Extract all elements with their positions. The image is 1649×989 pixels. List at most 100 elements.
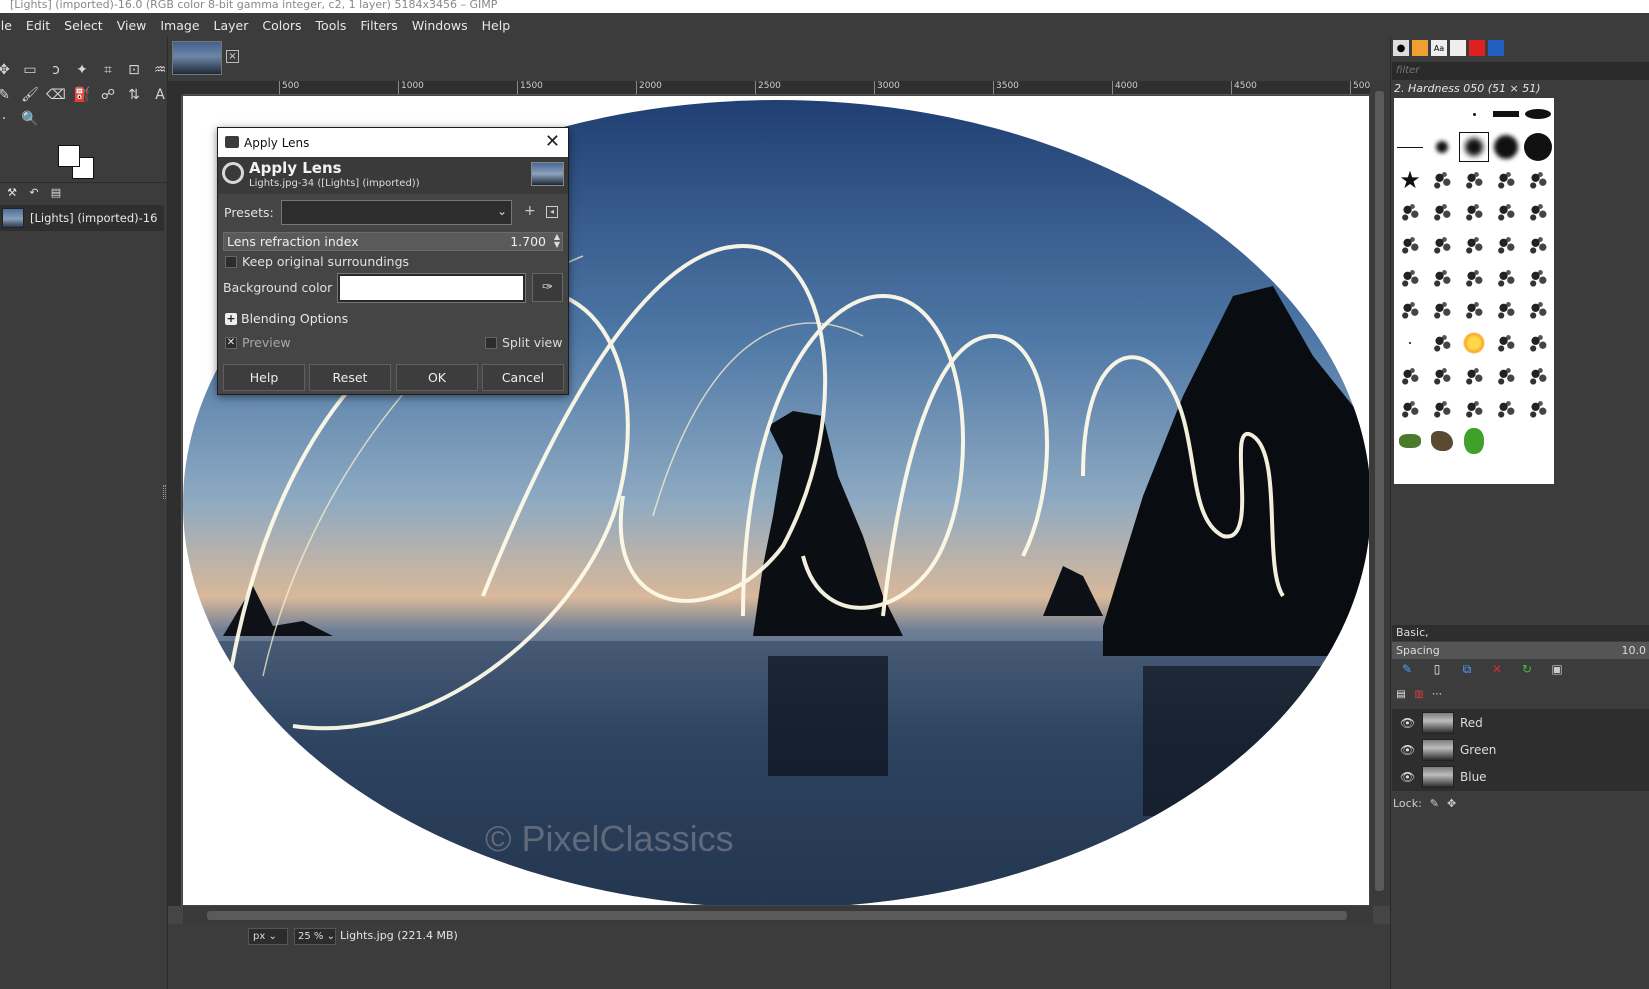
- zoom-tool-icon[interactable]: 🔍: [20, 109, 40, 129]
- menu-tools[interactable]: Tools: [309, 18, 354, 33]
- brush-item[interactable]: [1458, 98, 1490, 131]
- brush-item[interactable]: [1458, 360, 1490, 393]
- brush-item[interactable]: [1458, 229, 1490, 262]
- eye-icon[interactable]: 👁: [1400, 743, 1416, 757]
- layers-tab-icon[interactable]: ▤: [1394, 687, 1408, 701]
- brush-filter-input[interactable]: filter: [1392, 62, 1649, 80]
- brush-item[interactable]: [1426, 261, 1458, 294]
- close-image-icon[interactable]: ×: [226, 50, 239, 63]
- blending-options-expander[interactable]: Blending Options: [241, 311, 348, 326]
- brush-item[interactable]: [1394, 360, 1426, 393]
- brush-item[interactable]: [1522, 163, 1554, 196]
- undo-history-tab-icon[interactable]: ↶: [26, 185, 42, 201]
- fonts-tab-icon[interactable]: Aa: [1431, 40, 1447, 56]
- lock-pixels-icon[interactable]: ✎: [1430, 797, 1439, 810]
- palettes-tab-icon[interactable]: [1488, 40, 1504, 56]
- keep-surroundings-checkbox[interactable]: [225, 256, 237, 268]
- help-button[interactable]: Help: [223, 364, 305, 391]
- zoom-select[interactable]: 25 % ⌄: [294, 928, 336, 945]
- brush-item[interactable]: [1426, 327, 1458, 360]
- dock-separator-handle[interactable]: [163, 485, 166, 499]
- brush-item[interactable]: [1522, 294, 1554, 327]
- brush-item[interactable]: [1426, 360, 1458, 393]
- vertical-scrollbar[interactable]: [1370, 81, 1390, 906]
- vertical-ruler[interactable]: [168, 95, 182, 906]
- channel-row-green[interactable]: 👁 Green: [1392, 736, 1649, 763]
- bucket-fill-tool-icon[interactable]: ⛽: [72, 85, 92, 105]
- brush-item[interactable]: [1426, 98, 1458, 131]
- foreground-color-swatch[interactable]: [58, 145, 80, 167]
- brush-item[interactable]: [1522, 261, 1554, 294]
- preview-checkbox[interactable]: ✕: [225, 337, 237, 349]
- paintbrush-tool-icon[interactable]: 🖌: [20, 85, 40, 105]
- brush-item[interactable]: [1426, 196, 1458, 229]
- brush-item[interactable]: [1426, 163, 1458, 196]
- brush-item[interactable]: [1522, 98, 1554, 131]
- brush-item[interactable]: [1490, 261, 1522, 294]
- tool-options-tab-icon[interactable]: ⚒: [4, 185, 20, 201]
- brush-item[interactable]: [1394, 98, 1426, 131]
- brush-item[interactable]: [1394, 327, 1426, 360]
- brush-item[interactable]: [1426, 392, 1458, 425]
- brush-item[interactable]: [1522, 229, 1554, 262]
- transform-tool-icon[interactable]: ⊡: [124, 60, 144, 80]
- path-tool-icon[interactable]: ·: [0, 109, 14, 129]
- brush-item[interactable]: [1394, 392, 1426, 425]
- brushes-tab-icon[interactable]: ●: [1393, 40, 1409, 56]
- brush-item[interactable]: [1490, 360, 1522, 393]
- brush-item[interactable]: [1394, 261, 1426, 294]
- brush-item[interactable]: [1522, 327, 1554, 360]
- brush-item[interactable]: [1426, 229, 1458, 262]
- brush-item[interactable]: [1490, 196, 1522, 229]
- menu-filters[interactable]: Filters: [353, 18, 404, 33]
- reset-button[interactable]: Reset: [309, 364, 391, 391]
- lock-position-icon[interactable]: ✥: [1447, 797, 1456, 810]
- brush-item[interactable]: [1426, 131, 1458, 164]
- paths-tab-icon[interactable]: ⋯: [1430, 687, 1444, 701]
- menu-edit[interactable]: Edit: [19, 18, 57, 33]
- brush-item[interactable]: [1394, 229, 1426, 262]
- brush-item[interactable]: [1522, 131, 1554, 164]
- horizontal-ruler[interactable]: 500 1000 1500 2000 2500 3000 3500 4000 4…: [183, 81, 1373, 95]
- gradients-tab-icon[interactable]: [1469, 40, 1485, 56]
- fuzzy-select-tool-icon[interactable]: ✦: [72, 60, 92, 80]
- open-brush-as-image-icon[interactable]: ▣: [1549, 661, 1565, 677]
- channels-tab-icon[interactable]: ▥: [1412, 687, 1426, 701]
- menu-view[interactable]: View: [110, 18, 154, 33]
- rect-select-tool-icon[interactable]: ▭: [20, 60, 40, 80]
- brush-item[interactable]: [1394, 131, 1426, 164]
- horizontal-scroll-thumb[interactable]: [207, 911, 1347, 920]
- menu-windows[interactable]: Windows: [405, 18, 475, 33]
- crop-tool-icon[interactable]: ⌗: [98, 60, 118, 80]
- dialog-titlebar[interactable]: Apply Lens ✕: [218, 128, 568, 157]
- pencil-tool-icon[interactable]: ✎: [0, 85, 14, 105]
- channel-row-blue[interactable]: 👁 Blue: [1392, 763, 1649, 790]
- brush-tag-select[interactable]: Basic,: [1392, 625, 1649, 641]
- brush-item[interactable]: [1458, 392, 1490, 425]
- eraser-tool-icon[interactable]: ⌫: [46, 85, 66, 105]
- patterns-tab-icon[interactable]: [1412, 40, 1428, 56]
- add-preset-icon[interactable]: +: [524, 203, 536, 219]
- menu-help[interactable]: Help: [475, 18, 518, 33]
- brush-item[interactable]: [1490, 327, 1522, 360]
- color-picker-icon[interactable]: ✑: [532, 273, 563, 302]
- brush-item[interactable]: ★: [1394, 163, 1426, 196]
- brush-item[interactable]: [1490, 294, 1522, 327]
- brush-item[interactable]: [1458, 131, 1490, 164]
- lasso-tool-icon[interactable]: ↄ: [46, 60, 66, 80]
- menu-file[interactable]: File: [0, 18, 19, 33]
- text-tool-icon[interactable]: A: [150, 85, 170, 105]
- document-history-tab-icon[interactable]: [1450, 40, 1466, 56]
- brush-item[interactable]: [1522, 392, 1554, 425]
- horizontal-scrollbar[interactable]: [183, 906, 1373, 924]
- brush-item[interactable]: [1522, 196, 1554, 229]
- menu-image[interactable]: Image: [153, 18, 206, 33]
- ruler-corner[interactable]: [168, 81, 183, 95]
- brush-item[interactable]: [1490, 229, 1522, 262]
- menu-layer[interactable]: Layer: [207, 18, 256, 33]
- brush-item[interactable]: [1458, 425, 1490, 458]
- move-tool-icon[interactable]: ✥: [0, 60, 14, 80]
- duplicate-brush-icon[interactable]: ⧉: [1459, 661, 1475, 677]
- delete-brush-icon[interactable]: ✕: [1489, 661, 1505, 677]
- expand-plus-icon[interactable]: +: [225, 313, 237, 325]
